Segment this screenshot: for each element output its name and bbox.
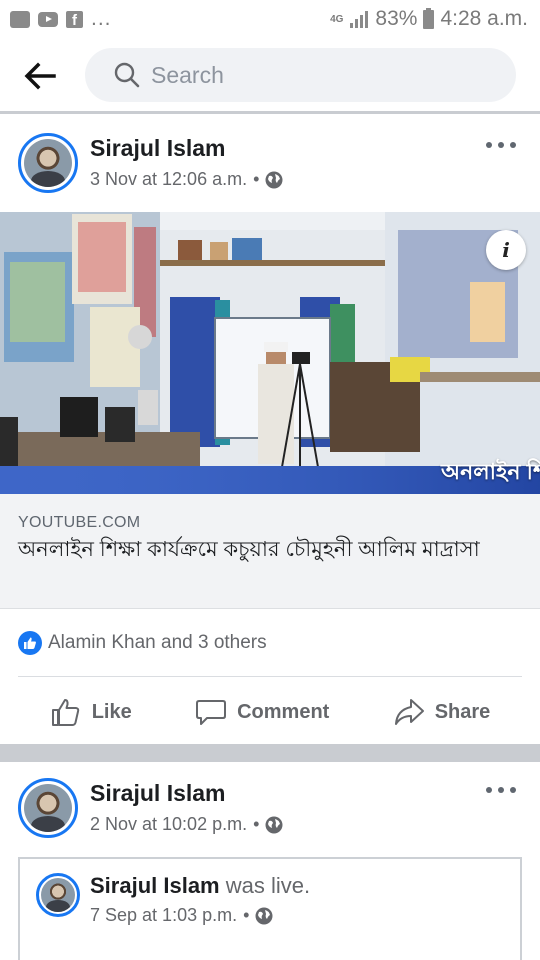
link-title: অনলাইন শিক্ষা কার্যক্রমে কচুয়ার চৌমুহনী… bbox=[18, 538, 480, 561]
video-thumbnail[interactable]: i অনলাইন শি bbox=[0, 212, 540, 494]
meta-separator: • bbox=[253, 814, 260, 834]
search-input[interactable] bbox=[151, 61, 481, 89]
post-actions: Like Comment Share bbox=[0, 689, 540, 735]
classroom-image bbox=[0, 212, 540, 494]
thumbs-up-icon bbox=[51, 699, 79, 726]
more-options-button[interactable] bbox=[486, 139, 516, 151]
search-bar[interactable] bbox=[85, 48, 516, 102]
info-button[interactable]: i bbox=[486, 230, 526, 270]
post-timestamp[interactable]: 3 Nov at 12:06 a.m. bbox=[90, 169, 247, 190]
like-button[interactable]: Like bbox=[50, 697, 132, 727]
shared-author[interactable]: Sirajul Islam bbox=[90, 873, 220, 898]
post-author[interactable]: Sirajul Islam bbox=[90, 135, 226, 162]
like-reaction-icon bbox=[18, 631, 42, 655]
battery-percentage: 83% bbox=[375, 7, 418, 30]
youtube-icon bbox=[38, 11, 58, 27]
post-author[interactable]: Sirajul Islam bbox=[90, 780, 226, 807]
feed-post: Sirajul Islam 3 Nov at 12:06 a.m. • i অন… bbox=[0, 117, 540, 744]
comment-label: Comment bbox=[237, 700, 330, 723]
avatar[interactable] bbox=[36, 873, 80, 917]
divider bbox=[18, 676, 522, 677]
post-meta: 2 Nov at 10:02 p.m. • bbox=[90, 814, 283, 835]
shared-post[interactable]: Sirajul Islam was live. 7 Sep at 1:03 p.… bbox=[18, 857, 522, 960]
reactions-text: Alamin Khan and 3 others bbox=[48, 632, 267, 653]
reactions-summary[interactable]: Alamin Khan and 3 others bbox=[18, 629, 267, 657]
globe-icon bbox=[265, 816, 283, 833]
meta-separator: • bbox=[253, 169, 260, 189]
shared-status: was live. bbox=[225, 873, 311, 898]
link-preview[interactable]: YOUTUBE.COM অনলাইন শিক্ষা কার্যক্রমে কচু… bbox=[0, 494, 540, 609]
feed-post: Sirajul Islam 2 Nov at 10:02 p.m. • Sira… bbox=[0, 762, 540, 960]
post-meta: 3 Nov at 12:06 a.m. • bbox=[90, 169, 283, 190]
battery-icon bbox=[423, 7, 435, 29]
comment-button[interactable]: Comment bbox=[195, 697, 329, 727]
system-indicators: 4G 83% 4:28 a.m. bbox=[330, 7, 528, 31]
clock: 4:28 a.m. bbox=[440, 7, 528, 30]
network-type: 4G bbox=[330, 13, 344, 25]
post-timestamp[interactable]: 2 Nov at 10:02 p.m. bbox=[90, 814, 247, 835]
search-icon bbox=[114, 62, 140, 88]
message-icon bbox=[10, 10, 30, 28]
share-button[interactable]: Share bbox=[393, 697, 491, 727]
notification-icons: f ... bbox=[10, 7, 112, 31]
status-bar: f ... 4G 83% 4:28 a.m. bbox=[0, 0, 540, 38]
feed-separator bbox=[0, 744, 540, 762]
video-caption: অনলাইন শি bbox=[441, 459, 540, 484]
comment-icon bbox=[196, 700, 227, 725]
more-notifications-indicator: ... bbox=[91, 7, 112, 30]
shared-timestamp[interactable]: 7 Sep at 1:03 p.m. bbox=[90, 905, 237, 926]
like-label: Like bbox=[91, 700, 132, 723]
search-header bbox=[0, 38, 540, 114]
share-label: Share bbox=[434, 700, 491, 723]
more-options-button[interactable] bbox=[486, 784, 516, 796]
avatar[interactable] bbox=[18, 133, 78, 193]
link-domain: YOUTUBE.COM bbox=[18, 514, 141, 531]
back-arrow-icon[interactable] bbox=[22, 60, 58, 92]
facebook-icon: f bbox=[66, 10, 83, 29]
meta-separator: • bbox=[243, 905, 250, 925]
avatar[interactable] bbox=[18, 778, 78, 838]
globe-icon bbox=[255, 907, 273, 924]
shared-meta: 7 Sep at 1:03 p.m. • bbox=[90, 905, 273, 926]
share-arrow-icon bbox=[394, 699, 424, 725]
shared-author-line: Sirajul Islam was live. bbox=[90, 873, 310, 899]
signal-icon bbox=[350, 11, 369, 28]
globe-icon bbox=[265, 171, 283, 188]
